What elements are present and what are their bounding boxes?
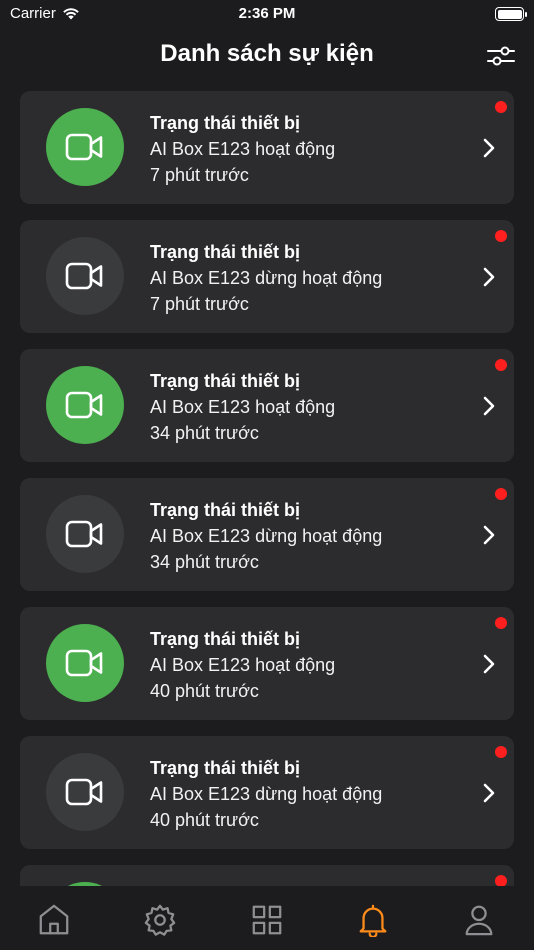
event-text: Trạng thái thiết bị AI Box E123 hoạt động… <box>150 626 335 704</box>
unread-dot <box>495 746 507 758</box>
event-description: AI Box E123 dừng hoạt động <box>150 526 383 546</box>
event-card[interactable]: Trạng thái thiết bịAI Box E123 hoạt động <box>20 865 514 887</box>
tab-notifications[interactable] <box>353 902 393 938</box>
event-text: Trạng thái thiết bị AI Box E123 hoạt động… <box>150 110 335 188</box>
event-text: Trạng thái thiết bị AI Box E123 dừng hoạt… <box>150 497 382 575</box>
event-icon-badge <box>46 624 124 702</box>
event-card[interactable]: Trạng thái thiết bị AI Box E123 dừng hoạt… <box>20 478 514 591</box>
event-time: 7 phút trước <box>150 165 249 185</box>
event-text: Trạng thái thiết bị AI Box E123 dừng hoạt… <box>150 755 382 833</box>
event-icon-badge <box>46 366 124 444</box>
bell-icon <box>359 904 387 937</box>
unread-dot <box>495 617 507 629</box>
event-icon-badge <box>46 237 124 315</box>
event-card[interactable]: Trạng thái thiết bị AI Box E123 hoạt động… <box>20 91 514 204</box>
event-icon-badge <box>46 495 124 573</box>
event-time: 7 phút trước <box>150 294 249 314</box>
event-description: AI Box E123 hoạt động <box>150 397 336 417</box>
chevron-right-icon <box>483 654 495 674</box>
event-description: AI Box E123 dừng hoạt động <box>150 784 383 804</box>
event-description: AI Box E123 dừng hoạt động <box>150 268 383 288</box>
event-time: 34 phút trước <box>150 552 259 572</box>
video-camera-icon <box>65 391 103 419</box>
event-card[interactable]: Trạng thái thiết bị AI Box E123 dừng hoạt… <box>20 220 514 333</box>
event-description: AI Box E123 hoạt động <box>150 139 336 159</box>
user-icon <box>465 905 493 936</box>
chevron-right-icon <box>483 138 495 158</box>
tab-profile[interactable] <box>459 902 499 938</box>
status-time: 2:36 PM <box>238 5 296 22</box>
chevron-right-icon <box>483 267 495 287</box>
tab-devices[interactable] <box>247 902 287 938</box>
chevron-right-icon <box>483 783 495 803</box>
sliders-icon <box>487 46 515 66</box>
event-card[interactable]: Trạng thái thiết bị AI Box E123 hoạt động… <box>20 349 514 462</box>
chevron-right-icon <box>483 525 495 545</box>
home-icon <box>39 904 69 935</box>
chevron-right-icon <box>483 396 495 416</box>
unread-dot <box>495 101 507 113</box>
filter-button[interactable] <box>486 42 516 70</box>
grid-icon <box>252 905 282 935</box>
header: Danh sách sự kiện <box>0 30 534 80</box>
event-title: Trạng thái thiết bị <box>150 371 301 391</box>
event-time: 40 phút trước <box>150 681 259 701</box>
event-text: Trạng thái thiết bị AI Box E123 hoạt động… <box>150 368 335 446</box>
video-camera-icon <box>65 520 103 548</box>
event-title: Trạng thái thiết bị <box>150 500 301 520</box>
unread-dot <box>495 488 507 500</box>
event-title: Trạng thái thiết bị <box>150 758 301 778</box>
video-camera-icon <box>65 649 103 677</box>
tab-settings[interactable] <box>140 902 180 938</box>
event-icon-badge <box>46 753 124 831</box>
tab-home[interactable] <box>34 902 74 938</box>
unread-dot <box>495 359 507 371</box>
gear-icon <box>144 904 176 936</box>
page-title: Danh sách sự kiện <box>160 40 374 67</box>
unread-dot <box>495 230 507 242</box>
screen: Carrier 2:36 PM Danh sách sự kiện Trạng … <box>0 0 534 950</box>
event-title: Trạng thái thiết bị <box>150 242 301 262</box>
event-title: Trạng thái thiết bị <box>150 113 301 133</box>
event-title: Trạng thái thiết bị <box>150 629 301 649</box>
status-bar: Carrier 2:36 PM <box>0 0 534 30</box>
event-time: 40 phút trước <box>150 810 259 830</box>
event-card[interactable]: Trạng thái thiết bị AI Box E123 hoạt động… <box>20 607 514 720</box>
event-list[interactable]: Trạng thái thiết bị AI Box E123 hoạt động… <box>20 91 514 887</box>
video-camera-icon <box>65 133 103 161</box>
battery-icon <box>495 7 527 21</box>
tab-bar <box>0 886 534 950</box>
event-text: Trạng thái thiết bị AI Box E123 dừng hoạt… <box>150 239 382 317</box>
event-time: 34 phút trước <box>150 423 259 443</box>
event-card[interactable]: Trạng thái thiết bị AI Box E123 dừng hoạt… <box>20 736 514 849</box>
event-icon-badge <box>46 108 124 186</box>
video-camera-icon <box>65 262 103 290</box>
event-description: AI Box E123 hoạt động <box>150 655 336 675</box>
video-camera-icon <box>65 778 103 806</box>
